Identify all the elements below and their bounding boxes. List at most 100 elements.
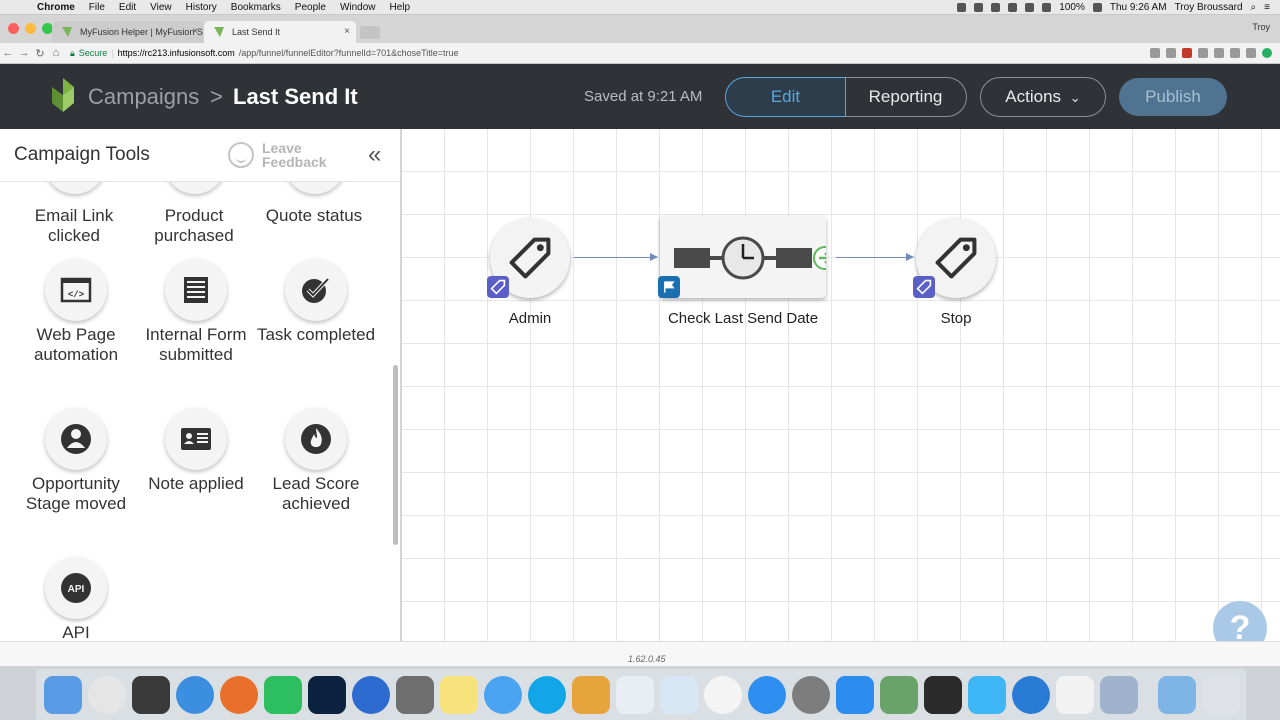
textedit-icon[interactable]: [1056, 675, 1094, 714]
menu-history[interactable]: History: [179, 2, 224, 13]
app-store-icon[interactable]: [748, 675, 786, 714]
campaign-title[interactable]: Last Send It: [233, 84, 358, 110]
messages-icon[interactable]: [484, 675, 522, 714]
menu-file[interactable]: File: [82, 2, 112, 13]
new-tab-button[interactable]: [360, 26, 380, 39]
browser-tab-active[interactable]: Last Send It ×: [204, 21, 356, 43]
connector-arrow[interactable]: [574, 253, 658, 261]
tool-circle-partial[interactable]: [164, 182, 226, 194]
close-tab-icon[interactable]: ×: [344, 21, 350, 43]
clock[interactable]: Thu 9:26 AM: [1110, 2, 1167, 13]
star-icon[interactable]: [1166, 48, 1176, 58]
menu-app-name[interactable]: Chrome: [30, 2, 82, 13]
menu-help[interactable]: Help: [383, 2, 418, 13]
photoshop-icon[interactable]: [308, 675, 346, 714]
tool-circle-partial[interactable]: [44, 182, 106, 194]
reload-icon[interactable]: ↻: [32, 47, 48, 60]
tool-quote-status[interactable]: Quote status: [254, 206, 374, 226]
wifi-icon[interactable]: [1025, 2, 1035, 12]
calculator-icon[interactable]: [396, 675, 434, 714]
collapse-sidebar-icon[interactable]: «: [368, 141, 381, 169]
utility-icon[interactable]: [880, 675, 918, 714]
firefox-icon[interactable]: [220, 675, 258, 714]
tool-email-link-clicked[interactable]: Email Link clicked: [14, 206, 134, 246]
tool-api[interactable]: API API: [16, 557, 136, 641]
screenflow-icon[interactable]: [352, 675, 390, 714]
extension-icon[interactable]: [1246, 48, 1256, 58]
back-icon[interactable]: ←: [0, 47, 16, 59]
zoom-app-icon[interactable]: [836, 675, 874, 714]
profile-name[interactable]: Troy: [1252, 22, 1270, 32]
node-stop[interactable]: Stop: [913, 218, 996, 327]
scrivener-icon[interactable]: [924, 675, 962, 714]
reporting-button[interactable]: Reporting: [845, 77, 967, 117]
forward-icon[interactable]: →: [16, 47, 32, 59]
menu-people[interactable]: People: [288, 2, 333, 13]
dropbox-icon[interactable]: [974, 2, 984, 12]
actions-dropdown[interactable]: Actions ⌄: [980, 77, 1106, 117]
sidebar-scrollbar[interactable]: [393, 365, 398, 545]
menu-window[interactable]: Window: [333, 2, 383, 13]
evernote-icon[interactable]: [264, 675, 302, 714]
chrome-icon[interactable]: [88, 675, 126, 714]
infusionsoft-logo-icon[interactable]: [52, 78, 74, 112]
pages-icon[interactable]: [572, 675, 610, 714]
zoom-icon[interactable]: [1150, 48, 1160, 58]
battery-percent[interactable]: 100%: [1059, 2, 1085, 13]
status-icon[interactable]: [991, 2, 1001, 12]
address-bar[interactable]: 🔒︎ Secure | https://rc213.infusionsoft.c…: [70, 48, 459, 59]
tool-opportunity-stage-moved[interactable]: Opportunity Stage moved: [16, 408, 136, 514]
skype-icon[interactable]: [528, 675, 566, 714]
tool-task-completed[interactable]: Task completed: [256, 259, 376, 345]
menu-edit[interactable]: Edit: [112, 2, 143, 13]
tool-circle-partial[interactable]: [284, 182, 346, 194]
extension-icon[interactable]: [1230, 48, 1240, 58]
home-icon[interactable]: ⌂: [48, 47, 64, 59]
kodi-icon[interactable]: [968, 675, 1006, 714]
preview-icon[interactable]: [1100, 675, 1138, 714]
downloads-folder-icon[interactable]: [1158, 675, 1196, 714]
textexpander-icon[interactable]: [1012, 675, 1050, 714]
tag-icon: [913, 218, 996, 298]
extension-icon[interactable]: [1262, 48, 1272, 58]
status-icon[interactable]: [1008, 2, 1018, 12]
tool-note-applied[interactable]: Note applied: [136, 408, 256, 494]
menu-bookmarks[interactable]: Bookmarks: [224, 2, 288, 13]
safari-icon[interactable]: [176, 675, 214, 714]
close-window-button[interactable]: [8, 23, 19, 34]
breadcrumb-campaigns[interactable]: Campaigns: [88, 84, 199, 110]
numbers-icon[interactable]: [616, 675, 654, 714]
campaign-canvas[interactable]: Admin Check Last Send Date Stop: [402, 129, 1280, 641]
connector-arrow[interactable]: [836, 253, 914, 261]
itunes-icon[interactable]: [704, 675, 742, 714]
battery-icon[interactable]: [1092, 2, 1102, 12]
tool-product-purchased[interactable]: Product purchased: [134, 206, 254, 246]
tool-lead-score-achieved[interactable]: Lead Score achieved: [256, 408, 376, 514]
node-admin[interactable]: Admin: [487, 218, 570, 327]
search-icon[interactable]: ⌕: [1251, 2, 1257, 13]
user-name[interactable]: Troy Broussard: [1175, 2, 1243, 13]
status-icon[interactable]: [957, 2, 967, 12]
keynote-icon[interactable]: [660, 675, 698, 714]
close-tab-icon[interactable]: ×: [192, 21, 198, 43]
extension-icon[interactable]: [1182, 48, 1192, 58]
extension-icon[interactable]: [1198, 48, 1208, 58]
finder-icon[interactable]: [44, 675, 82, 714]
browser-tab[interactable]: MyFusion Helper | MyFusion S ×: [52, 21, 204, 43]
snagit-icon[interactable]: [132, 675, 170, 714]
publish-button[interactable]: Publish: [1119, 78, 1227, 116]
volume-icon[interactable]: [1042, 2, 1052, 12]
menu-view[interactable]: View: [143, 2, 179, 13]
node-check-last-send-date[interactable]: Check Last Send Date: [658, 216, 837, 327]
notes-icon[interactable]: [440, 675, 478, 714]
extension-icon[interactable]: [1214, 48, 1224, 58]
tool-internal-form-submitted[interactable]: Internal Form submitted: [136, 259, 256, 365]
menu-list-icon[interactable]: ≡: [1264, 2, 1270, 13]
leave-feedback-button[interactable]: Leave Feedback: [228, 141, 327, 169]
minimize-window-button[interactable]: [25, 23, 36, 34]
edit-button[interactable]: Edit: [725, 77, 846, 117]
person-icon: [45, 408, 107, 470]
tool-web-page-automation[interactable]: </> Web Page automation: [16, 259, 136, 365]
trash-icon[interactable]: [1202, 675, 1240, 714]
system-preferences-icon[interactable]: [792, 675, 830, 714]
